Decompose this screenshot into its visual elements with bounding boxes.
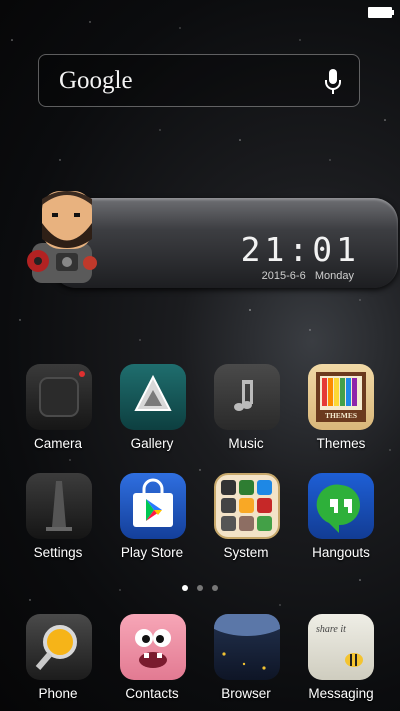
system-folder-icon[interactable]	[214, 473, 280, 539]
battery-icon	[368, 7, 394, 18]
music-app-icon[interactable]	[214, 364, 280, 430]
gallery-label: Gallery	[130, 436, 174, 451]
playstore-label: Play Store	[120, 545, 184, 560]
browser-label: Browser	[221, 686, 271, 701]
settings-app-icon[interactable]	[26, 473, 92, 539]
search-label: Google	[59, 67, 133, 94]
themes-icon-text: THEMES	[324, 411, 358, 420]
music-note-icon	[234, 380, 253, 411]
phone-label: Phone	[38, 686, 78, 701]
playstore-app-icon[interactable]	[120, 473, 186, 539]
clock-time: 21:01	[240, 230, 360, 269]
colored-pencils-icon	[316, 372, 366, 422]
browser-app-icon[interactable]	[214, 614, 280, 680]
contacts-label: Contacts	[125, 686, 179, 701]
contacts-app-icon[interactable]	[120, 614, 186, 680]
bearded-mascot-icon	[27, 191, 97, 283]
messaging-icon-text: share it	[316, 624, 346, 635]
gallery-app-icon[interactable]	[120, 364, 186, 430]
camera-icon	[39, 371, 85, 417]
page-dot-2	[197, 585, 203, 591]
phone-app-icon[interactable]	[26, 614, 92, 680]
page-dot-3	[212, 585, 218, 591]
page-indicator	[0, 585, 400, 593]
status-bar	[0, 0, 400, 22]
settings-label: Settings	[33, 545, 83, 560]
app-folder-icon	[221, 480, 272, 531]
hangouts-app-icon[interactable]	[308, 473, 374, 539]
messaging-label: Messaging	[308, 686, 374, 701]
gallery-icon	[134, 374, 172, 411]
clock-date: 2015-6-6 Monday	[261, 270, 354, 282]
phone-dial-icon	[35, 625, 77, 670]
themes-label: Themes	[316, 436, 366, 451]
themes-app-icon[interactable]: THEMES	[308, 364, 374, 430]
system-label: System	[223, 545, 269, 560]
camera-label: Camera	[33, 436, 82, 451]
messaging-app-icon[interactable]: share it	[308, 614, 374, 680]
camera-app-icon[interactable]	[26, 364, 92, 430]
google-search-bar[interactable]: Google	[38, 54, 360, 107]
night-planet-icon	[214, 614, 280, 670]
clock-widget[interactable]: 21:01 2015-6-6 Monday	[22, 183, 398, 289]
pink-monster-icon	[135, 629, 171, 668]
microphone-icon[interactable]	[323, 68, 343, 96]
shopping-bag-icon	[133, 478, 173, 527]
hangouts-quote-icon	[316, 484, 361, 533]
music-label: Music	[228, 436, 264, 451]
hangouts-label: Hangouts	[312, 545, 370, 560]
tower-icon	[46, 481, 72, 531]
page-dot-1	[182, 585, 188, 591]
